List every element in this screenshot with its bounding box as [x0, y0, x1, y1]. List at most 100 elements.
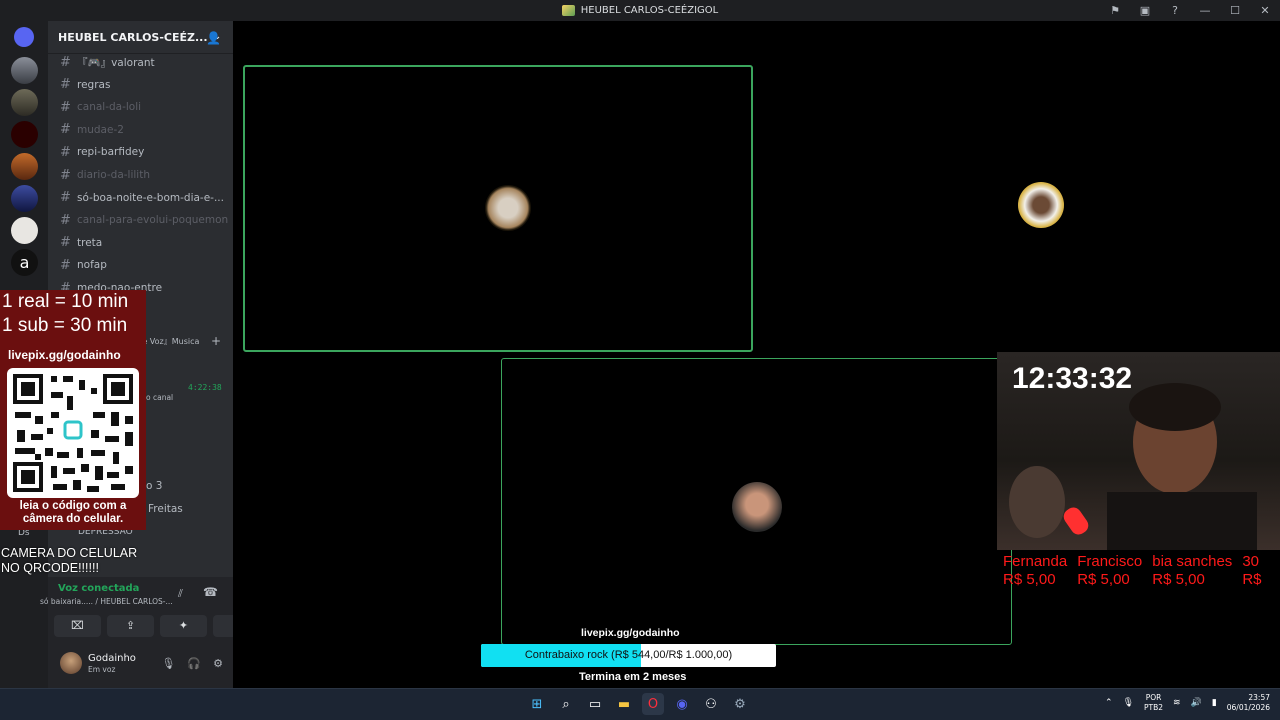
- help-icon[interactable]: ?: [1160, 4, 1190, 17]
- voice-channel-partial[interactable]: o 3: [146, 476, 162, 496]
- add-channel-icon[interactable]: +: [211, 331, 221, 351]
- volume-icon[interactable]: 🔊: [1191, 698, 1202, 708]
- user-panel: Godainho Em voz 🎙 🎧 ⚙: [48, 643, 233, 688]
- channel-label: mudae-2: [77, 123, 124, 136]
- channel-item[interactable]: # regras: [60, 75, 110, 95]
- minimize-button[interactable]: —: [1190, 4, 1220, 17]
- channel-item[interactable]: # só-boa-noite-e-bom-dia-e-...: [60, 188, 224, 208]
- window-title: HEUBEL CARLOS-CEÉZIGOL: [580, 5, 719, 16]
- file-explorer-icon[interactable]: ▬: [613, 693, 635, 715]
- server-icon[interactable]: [11, 121, 38, 148]
- battery-icon[interactable]: ▮: [1212, 698, 1217, 708]
- microphone-icon[interactable]: 🎙: [161, 657, 175, 670]
- search-icon[interactable]: ⌕: [555, 693, 577, 715]
- stream-clock: 12:33:32: [1012, 362, 1133, 395]
- goal-deadline: Termina em 2 meses: [579, 671, 687, 683]
- channel-item[interactable]: # canal-para-evolui-poquemon: [60, 210, 228, 230]
- server-icon[interactable]: [11, 153, 38, 180]
- screen-icon[interactable]: ▣: [1130, 4, 1160, 17]
- donor-entry: Francisco R$ 5,00: [1077, 553, 1142, 589]
- channel-label: canal-para-evolui-poquemon: [77, 214, 229, 227]
- noise-suppression-icon[interactable]: ⫽: [178, 587, 183, 601]
- server-icon[interactable]: [11, 217, 38, 244]
- donation-goal-bar: Contrabaixo rock (R$ 544,00/R$ 1.000,00): [481, 644, 776, 667]
- user-status: Em voz: [88, 665, 116, 674]
- inbox-icon[interactable]: ⚑: [1100, 4, 1130, 17]
- camera-instruction: CAMERA DO CELULAR NO QRCODE!!!!!!: [1, 546, 138, 575]
- qr-url: livepix.gg/godainho: [8, 348, 121, 362]
- tray-overflow-icon[interactable]: ⌃: [1105, 698, 1113, 708]
- channel-label: só-boa-noite-e-bom-dia-e-...: [77, 191, 224, 204]
- settings-icon[interactable]: ⚙: [729, 693, 751, 715]
- participant-avatar: [485, 185, 531, 231]
- donor-name: 30: [1242, 553, 1259, 570]
- server-icon[interactable]: [11, 89, 38, 116]
- windows-start-icon[interactable]: ⊞: [526, 693, 548, 715]
- username: Godainho: [88, 653, 136, 664]
- qr-code: [7, 368, 139, 498]
- server-name: HEUBEL CARLOS-CEÉZ...: [58, 30, 208, 44]
- voice-status[interactable]: Voz conectada: [58, 583, 139, 594]
- channel-label: nofap: [77, 259, 107, 272]
- channel-item[interactable]: # canal-da-loli: [60, 97, 141, 117]
- donor-ticker: Fernanda R$ 5,00 Francisco R$ 5,00 bia sanch…: [1003, 553, 1262, 589]
- close-button[interactable]: ✕: [1250, 4, 1280, 17]
- channel-label: repi-barfidey: [77, 146, 145, 159]
- microphone-icon[interactable]: 🎙: [1123, 698, 1134, 708]
- goal-url: livepix.gg/godainho: [581, 627, 680, 639]
- participant-tile[interactable]: [501, 358, 1012, 645]
- participant-avatar: [1018, 182, 1064, 228]
- app-icon[interactable]: ⚇: [700, 693, 722, 715]
- rate-line: 1 real = 10 min: [2, 291, 129, 312]
- gear-icon[interactable]: ⚙: [213, 657, 223, 670]
- discord-home-icon[interactable]: [14, 27, 34, 47]
- participant-tile[interactable]: [243, 65, 753, 352]
- donor-amount: R$: [1242, 571, 1262, 588]
- channel-item[interactable]: # nofap: [60, 255, 107, 275]
- channel-label: regras: [77, 78, 111, 91]
- avatar[interactable]: [60, 652, 82, 674]
- participant-avatar: [732, 482, 782, 532]
- taskbar: ⊞ ⌕ ▭ ▬ O ◉ ⚇ ⚙ ⌃ 🎙 POR PTB2 ≋ 🔊 ▮ 23:57…: [0, 688, 1280, 720]
- server-icon[interactable]: [11, 185, 38, 212]
- server-header[interactable]: HEUBEL CARLOS-CEÉZ... ⌄ 👤: [48, 21, 233, 54]
- donor-amount: R$ 5,00: [1077, 571, 1130, 588]
- maximize-button[interactable]: ☐: [1220, 4, 1250, 17]
- voice-channel-partial[interactable]: o canal: [146, 387, 173, 407]
- channel-item[interactable]: # repi-barfidey: [60, 142, 144, 162]
- donor-name: bia sanches: [1152, 553, 1233, 570]
- wifi-icon[interactable]: ≋: [1173, 698, 1181, 708]
- headphones-icon[interactable]: 🎧: [187, 657, 201, 670]
- channel-label: treta: [77, 236, 103, 249]
- discord-icon[interactable]: ◉: [671, 693, 693, 715]
- add-user-icon[interactable]: 👤: [206, 31, 221, 45]
- keyboard-language[interactable]: POR PTB2: [1144, 693, 1163, 713]
- disconnect-icon[interactable]: ☎: [203, 585, 218, 599]
- hash-icon: #: [60, 122, 71, 138]
- donor-entry: bia sanches R$ 5,00: [1152, 553, 1232, 589]
- hash-icon: #: [60, 99, 71, 115]
- channel-item[interactable]: # treta: [60, 233, 102, 253]
- channel-label: diario-da-lilith: [77, 169, 150, 181]
- channel-item[interactable]: # mudae-2: [60, 120, 124, 140]
- channel-item[interactable]: # diario-da-lilith: [60, 165, 150, 185]
- donor-amount: R$ 5,00: [1003, 571, 1056, 588]
- voice-channel-partial[interactable]: Freitas: [148, 499, 183, 519]
- channel-item[interactable]: # 『🎮』valorant: [60, 52, 155, 72]
- hash-icon: #: [60, 257, 71, 273]
- activities-button[interactable]: ✦: [160, 615, 207, 637]
- clock-date[interactable]: 23:57 06/01/2026: [1227, 693, 1270, 713]
- hash-icon: #: [60, 235, 71, 251]
- participant-tile[interactable]: [759, 65, 1271, 352]
- opera-browser-icon[interactable]: O: [642, 693, 664, 715]
- camera-off-button[interactable]: ⌧: [54, 615, 101, 637]
- hash-icon: #: [60, 212, 71, 228]
- voice-sub: só baixaria..... / HEUBEL CARLOS-...: [40, 597, 172, 606]
- task-view-icon[interactable]: ▭: [584, 693, 606, 715]
- server-icon[interactable]: a: [11, 249, 38, 276]
- voice-panel: Voz conectada só baixaria..... / HEUBEL …: [40, 577, 260, 643]
- screen-share-button[interactable]: ⇪: [107, 615, 154, 637]
- server-icon[interactable]: [11, 57, 38, 84]
- donor-name: Francisco: [1077, 553, 1143, 570]
- hash-icon: #: [60, 167, 71, 183]
